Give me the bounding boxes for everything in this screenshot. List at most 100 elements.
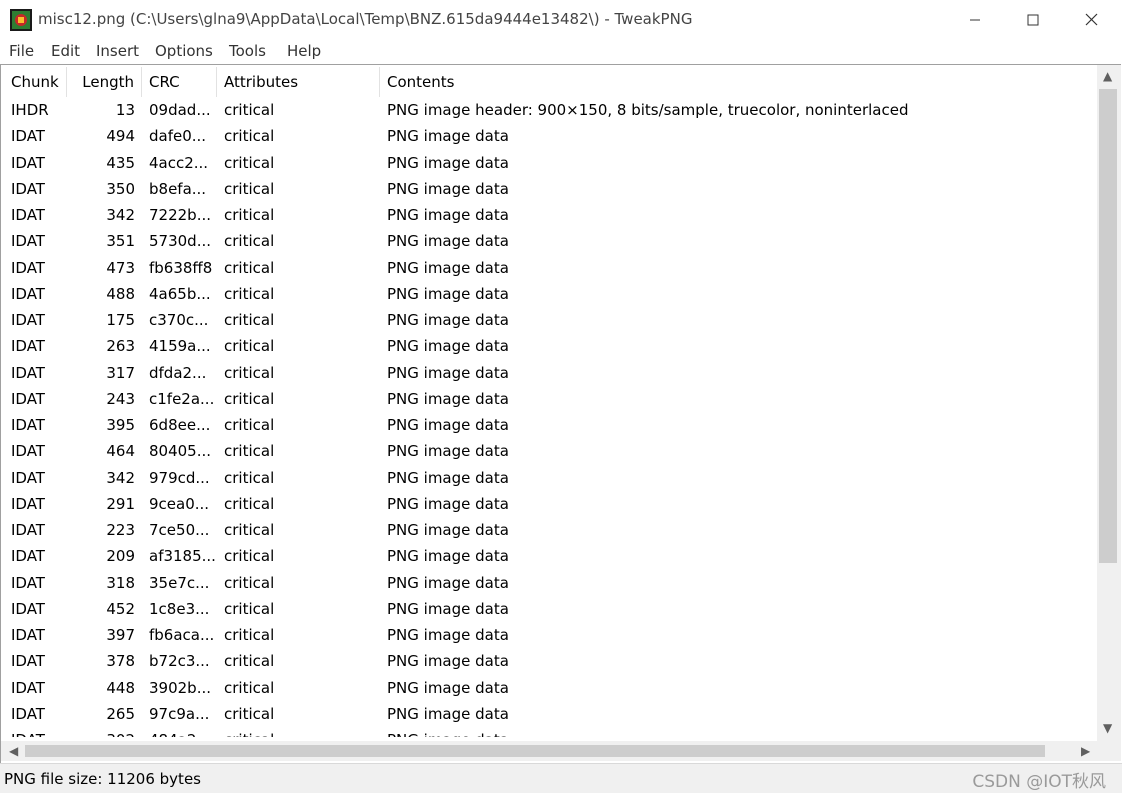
cell-chunk: IDAT <box>11 599 45 618</box>
scroll-left-icon[interactable]: ◀ <box>9 744 18 758</box>
cell-contents: PNG image data <box>387 284 509 303</box>
table-row[interactable]: IDAT 464 80405... critical PNG image data <box>1 438 1097 464</box>
table-row[interactable]: IDAT 488 4a65b... critical PNG image data <box>1 281 1097 307</box>
table-row[interactable]: IDAT 395 6d8ee... critical PNG image data <box>1 412 1097 438</box>
cell-contents: PNG image data <box>387 153 509 172</box>
status-bar: PNG file size: 11206 bytes CSDN @IOT秋风 <box>0 763 1122 793</box>
vertical-scroll-thumb[interactable] <box>1099 89 1117 563</box>
scroll-right-icon[interactable]: ▶ <box>1081 744 1090 758</box>
cell-crc: 3902b... <box>149 678 211 697</box>
table-row[interactable]: IHDR 13 09dad... critical PNG image header: … <box>1 97 1097 123</box>
cell-contents: PNG image data <box>387 704 509 723</box>
table-row[interactable]: IDAT 351 5730d... critical PNG image data <box>1 228 1097 254</box>
table-row[interactable]: IDAT 342 7222b... critical PNG image data <box>1 202 1097 228</box>
table-row[interactable]: IDAT 473 fb638ff8 critical PNG image data <box>1 255 1097 281</box>
column-header-chunk[interactable]: Chunk <box>1 67 67 97</box>
cell-length: 291 <box>106 494 135 513</box>
table-row[interactable]: IDAT 243 c1fe2a... critical PNG image data <box>1 386 1097 412</box>
menu-options[interactable]: Options <box>155 42 213 60</box>
table-row[interactable]: IDAT 265 97c9a... critical PNG image data <box>1 701 1097 727</box>
cell-contents: PNG image data <box>387 573 509 592</box>
column-header-attributes[interactable]: Attributes <box>217 67 380 97</box>
column-header-contents[interactable]: Contents <box>380 67 1097 97</box>
close-button[interactable] <box>1062 0 1120 40</box>
table-row[interactable]: IDAT 342 979cd... critical PNG image data <box>1 465 1097 491</box>
chunk-list[interactable]: Chunk Length CRC Attributes Contents IHD… <box>0 64 1121 763</box>
column-header-crc[interactable]: CRC <box>142 67 217 97</box>
column-header-length[interactable]: Length <box>67 67 142 97</box>
cell-chunk: IHDR <box>11 101 49 119</box>
table-row[interactable]: IDAT 435 4acc2... critical PNG image data <box>1 150 1097 176</box>
menu-tools[interactable]: Tools <box>229 42 266 60</box>
cell-crc: 80405... <box>149 442 212 461</box>
scroll-down-icon[interactable]: ▼ <box>1103 721 1112 735</box>
cell-attributes: critical <box>224 337 275 356</box>
menu-bar: File Edit Insert Options Tools Help <box>0 40 1122 64</box>
table-row[interactable]: IDAT 291 9cea0... critical PNG image data <box>1 491 1097 517</box>
menu-insert[interactable]: Insert <box>96 42 139 60</box>
cell-chunk: IDAT <box>11 311 45 329</box>
menu-file[interactable]: File <box>9 42 34 60</box>
cell-attributes: critical <box>224 416 275 434</box>
cell-length: 494 <box>106 127 135 146</box>
cell-length: 435 <box>106 153 135 172</box>
maximize-button[interactable] <box>1004 0 1062 40</box>
cell-length: 265 <box>106 704 135 723</box>
table-row[interactable]: IDAT 317 dfda2... critical PNG image data <box>1 360 1097 386</box>
cell-crc: c370c... <box>149 311 209 329</box>
menu-help[interactable]: Help <box>287 42 321 60</box>
cell-attributes: critical <box>224 258 275 277</box>
cell-length: 448 <box>106 678 135 697</box>
table-row[interactable]: IDAT 452 1c8e3... critical PNG image data <box>1 596 1097 622</box>
table-row[interactable]: IDAT 175 c370c... critical PNG image data <box>1 307 1097 333</box>
cell-attributes: critical <box>224 678 275 697</box>
cell-length: 488 <box>106 284 135 303</box>
table-row[interactable]: IDAT 318 35e7c... critical PNG image data <box>1 570 1097 596</box>
horizontal-scrollbar[interactable]: ◀ ▶ <box>1 741 1097 761</box>
cell-attributes: critical <box>224 573 275 592</box>
cell-crc: 7ce50... <box>149 521 210 539</box>
cell-crc: dfda2... <box>149 363 207 382</box>
cell-chunk: IDAT <box>11 206 45 224</box>
cell-contents: PNG image data <box>387 416 509 434</box>
cell-crc: b8efa... <box>149 179 207 198</box>
menu-edit[interactable]: Edit <box>51 42 80 60</box>
minimize-icon <box>969 11 981 30</box>
watermark: CSDN @IOT秋风 <box>972 772 1106 792</box>
table-row[interactable]: IDAT 209 af3185... critical PNG image data <box>1 543 1097 569</box>
table-row[interactable]: IDAT 397 fb6aca... critical PNG image data <box>1 622 1097 648</box>
table-row[interactable]: IDAT 378 b72c3... critical PNG image data <box>1 648 1097 674</box>
table-row[interactable]: IDAT302 484a2... critical PNG image data <box>1 727 1097 737</box>
cell-crc: fb6aca... <box>149 626 215 644</box>
cell-contents: PNG image data <box>387 232 509 251</box>
cell-contents: PNG image data <box>387 652 509 671</box>
cell-crc: 4acc2... <box>149 153 209 172</box>
cell-attributes: critical <box>224 652 275 671</box>
table-row[interactable]: IDAT 263 4159a... critical PNG image data <box>1 333 1097 359</box>
cell-length: 302 <box>67 727 135 737</box>
vertical-scrollbar[interactable]: ▲ ▼ <box>1097 65 1121 741</box>
cell-attributes: critical <box>224 127 275 146</box>
cell-length: 473 <box>106 258 135 277</box>
cell-attributes: critical <box>224 727 374 737</box>
cell-attributes: critical <box>224 311 275 329</box>
cell-attributes: critical <box>224 521 275 539</box>
cell-length: 223 <box>106 521 135 539</box>
cell-chunk: IDAT <box>11 389 45 408</box>
window-title: misc12.png (C:\Users\glna9\AppData\Local… <box>38 10 693 28</box>
cell-chunk: IDAT <box>11 521 45 539</box>
table-row[interactable]: IDAT 448 3902b... critical PNG image data <box>1 675 1097 701</box>
tweakpng-app-icon[interactable] <box>10 9 32 31</box>
minimize-button[interactable] <box>946 0 1004 40</box>
cell-contents: PNG image data <box>387 311 509 329</box>
table-row[interactable]: IDAT 350 b8efa... critical PNG image data <box>1 176 1097 202</box>
table-row[interactable]: IDAT 223 7ce50... critical PNG image data <box>1 517 1097 543</box>
cell-crc: 6d8ee... <box>149 416 211 434</box>
cell-crc: 1c8e3... <box>149 599 210 618</box>
table-row[interactable]: IDAT 494 dafe0... critical PNG image data <box>1 123 1097 149</box>
cell-length: 318 <box>106 573 135 592</box>
cell-contents: PNG image data <box>387 442 509 461</box>
scroll-up-icon[interactable]: ▲ <box>1103 69 1112 83</box>
horizontal-scroll-thumb[interactable] <box>25 745 1045 757</box>
cell-crc: b72c3... <box>149 652 210 671</box>
